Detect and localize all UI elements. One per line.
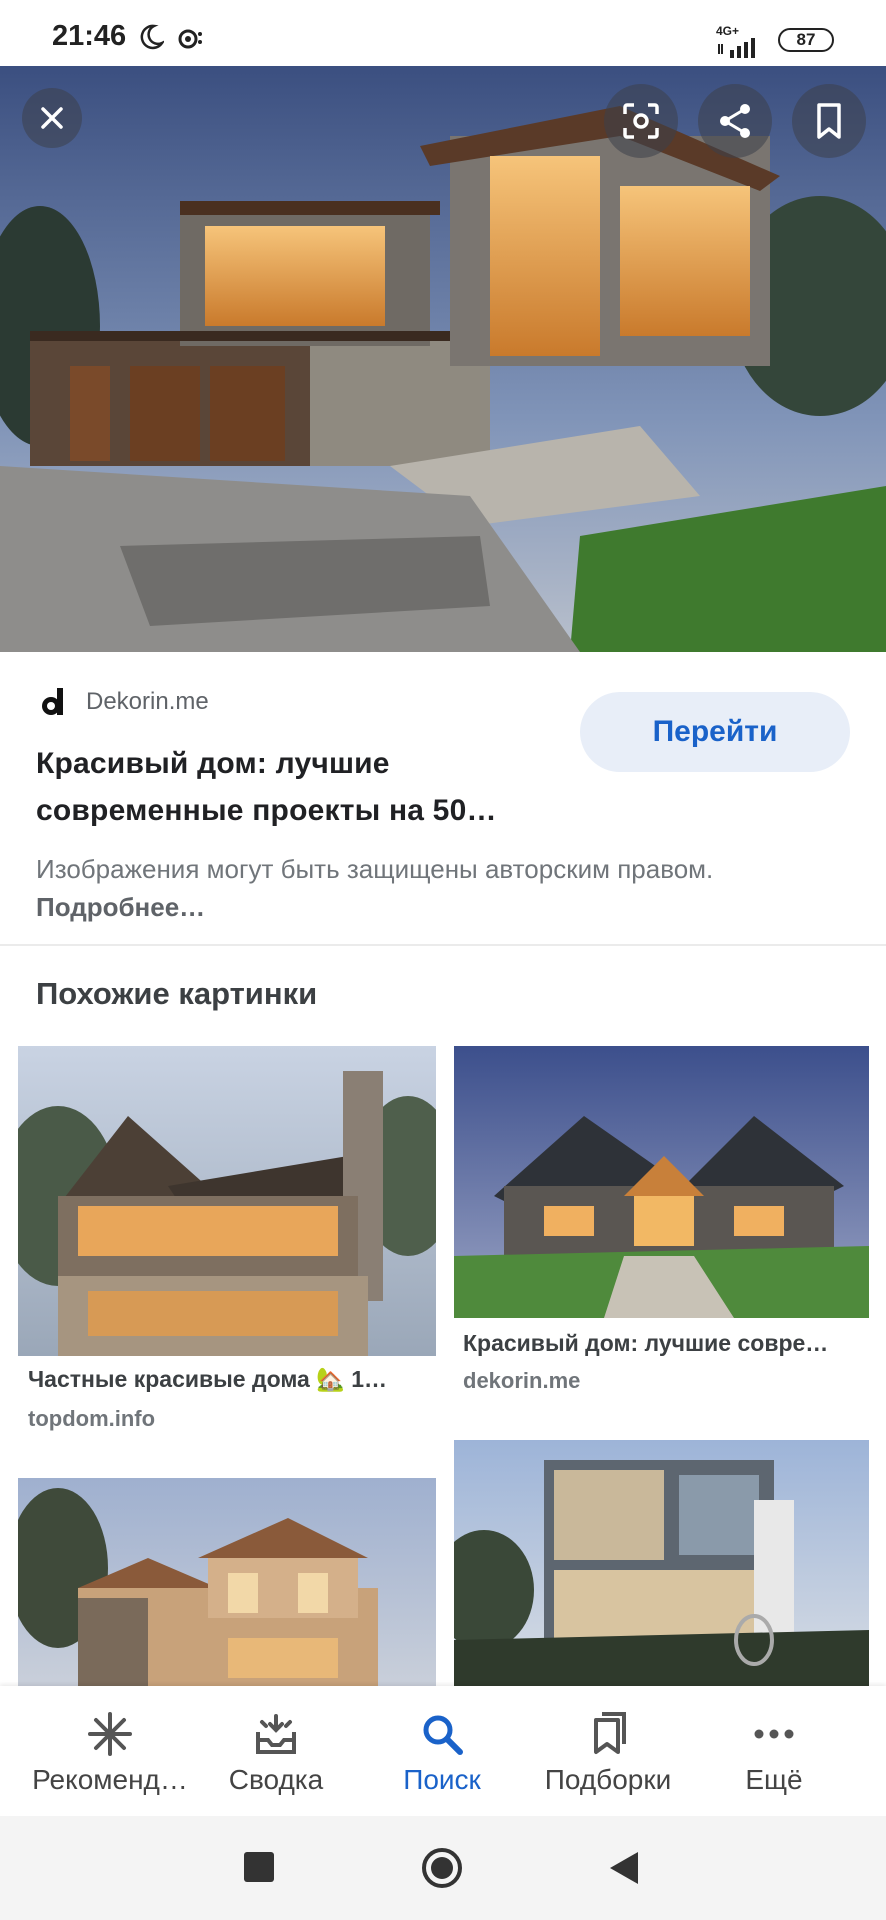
system-navigation-bar (0, 1816, 886, 1920)
share-button[interactable] (698, 84, 772, 158)
nav-recommendations[interactable]: Рекоменд… (25, 1686, 195, 1816)
similar-image-2 (454, 1046, 869, 1318)
similar-item-4[interactable] (454, 1440, 869, 1686)
source-name: Dekorin.me (86, 688, 209, 715)
asterisk-icon (88, 1712, 132, 1756)
learn-more-link[interactable]: Подробнее… (36, 892, 205, 922)
recents-button[interactable] (244, 1852, 274, 1882)
record-icon (178, 29, 202, 49)
nav-label-more: Ещё (745, 1764, 803, 1795)
collections-icon (594, 1712, 626, 1754)
similar-image-1 (18, 1046, 436, 1356)
back-button[interactable] (608, 1850, 642, 1886)
nav-collections[interactable]: Подборки (523, 1686, 693, 1816)
status-bar: 21:46 4G+ 87 (0, 0, 886, 66)
nav-label-recommendations: Рекоменд… (32, 1764, 188, 1795)
status-time: 21:46 (52, 20, 127, 52)
similar-caption-2: Красивый дом: лучшие совре… (463, 1330, 829, 1356)
similar-item-2[interactable]: Красивый дом: лучшие совре… dekorin.me (454, 1046, 869, 1406)
share-icon (720, 104, 750, 138)
lens-button[interactable] (604, 84, 678, 158)
dekorin-logo-icon (42, 688, 63, 715)
result-title-line1: Красивый дом: лучшие (36, 747, 390, 780)
similar-domain-1: topdom.info (28, 1406, 156, 1431)
nav-label-summary: Сводка (228, 1764, 324, 1795)
bookmark-icon (817, 103, 841, 139)
main-image[interactable] (0, 66, 886, 652)
nav-label-search: Поиск (403, 1764, 481, 1795)
bookmark-button[interactable] (792, 84, 866, 158)
close-icon (41, 107, 63, 129)
copyright-notice: Изображения могут быть защищены авторски… (36, 850, 776, 926)
signal-icon (718, 38, 755, 58)
divider (0, 944, 886, 946)
similar-item-1[interactable]: Частные красивые дома 🏡 1… topdom.info (18, 1046, 436, 1446)
house-photo (0, 66, 886, 652)
nav-label-collections: Подборки (544, 1764, 672, 1795)
similar-item-3[interactable] (18, 1478, 436, 1686)
bottom-navigation: Рекоменд… Сводка Поиск Подборки Ещё (0, 1686, 886, 1816)
similar-images-heading: Похожие картинки (36, 976, 318, 1011)
visit-button[interactable]: Перейти (580, 692, 850, 772)
lens-icon (623, 103, 659, 139)
moon-icon (140, 24, 164, 50)
close-button[interactable] (22, 88, 82, 148)
nav-more[interactable]: Ещё (689, 1686, 859, 1816)
similar-image-3 (18, 1478, 436, 1686)
more-icon (754, 1729, 794, 1739)
nav-summary[interactable]: Сводка (191, 1686, 361, 1816)
source-logo (36, 684, 72, 720)
result-title[interactable]: Красивый дом: лучшие современные проекты… (36, 740, 556, 834)
result-title-line2: современные проекты на 50… (36, 794, 497, 827)
search-icon (423, 1715, 463, 1755)
battery-indicator: 87 (778, 28, 834, 52)
copyright-text: Изображения могут быть защищены авторски… (36, 854, 714, 884)
source-link[interactable]: Dekorin.me (36, 684, 209, 720)
similar-image-4 (454, 1440, 869, 1686)
similar-domain-2: dekorin.me (463, 1368, 581, 1393)
inbox-icon (256, 1714, 296, 1754)
similar-caption-1: Частные красивые дома 🏡 1… (28, 1366, 388, 1392)
home-button[interactable] (420, 1846, 464, 1890)
nav-search[interactable]: Поиск (357, 1686, 527, 1816)
